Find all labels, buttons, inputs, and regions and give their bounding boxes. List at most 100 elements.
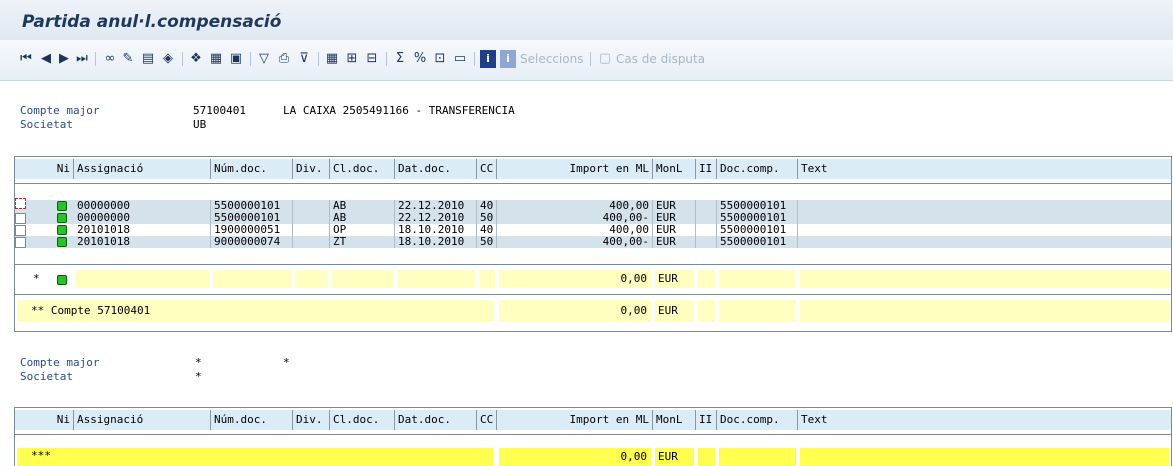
total-cell xyxy=(76,270,210,288)
table-row[interactable]: 00000000 5500000101 AB 22.12.2010 40 400… xyxy=(15,198,1171,212)
cell-assignacio: 00000000 xyxy=(74,212,211,224)
select-layout-icon[interactable]: ▤ xyxy=(140,50,156,68)
glasses-icon[interactable]: ∞ xyxy=(102,50,118,68)
row-select-checkbox[interactable] xyxy=(15,237,26,248)
total-row: * 0,00 EUR xyxy=(15,267,1171,291)
total-cell xyxy=(698,300,715,322)
col-header-ii[interactable]: II xyxy=(696,159,717,179)
col-header-assignacio[interactable]: Assignació xyxy=(74,159,211,179)
compte-major-description-2: * xyxy=(283,356,290,369)
cell-div xyxy=(293,236,330,248)
pencil-icon[interactable]: ✎ xyxy=(120,50,136,68)
total-cell xyxy=(332,270,393,288)
col-header-monl[interactable]: MonL xyxy=(653,159,696,179)
col-header-assignacio[interactable]: Assignació xyxy=(74,410,211,430)
cell-text xyxy=(798,224,1171,236)
cell-monl: EUR xyxy=(653,200,696,212)
export-icon[interactable]: ⊡ xyxy=(432,50,448,68)
col-header-div[interactable]: Div. xyxy=(293,159,330,179)
col-header-num-doc[interactable]: Núm.doc. xyxy=(211,159,293,179)
total-cell xyxy=(213,270,291,288)
col-header-doc-comp[interactable]: Doc.comp. xyxy=(717,410,798,430)
print-icon[interactable]: ⎙ xyxy=(276,50,292,68)
table-row[interactable]: 20101018 1900000051 OP 18.10.2010 40 400… xyxy=(15,224,1171,236)
col-header-monl[interactable]: MonL xyxy=(653,410,696,430)
document-icon[interactable]: ▢ xyxy=(598,50,612,68)
societat-label: Societat xyxy=(20,118,73,131)
societat-value: UB xyxy=(193,118,207,131)
col-header-dat-doc[interactable]: Dat.doc. xyxy=(395,159,477,179)
toolbar-separator xyxy=(95,52,96,66)
total-monl: EUR xyxy=(655,270,694,288)
previous-page-icon[interactable]: ◀ xyxy=(40,50,52,68)
cell-num-doc: 1900000051 xyxy=(211,224,293,236)
toolbar-separator xyxy=(386,52,387,66)
col-header-cc[interactable]: CC xyxy=(477,410,497,430)
col-header-num-doc[interactable]: Núm.doc. xyxy=(211,410,293,430)
selections-button[interactable]: Seleccions xyxy=(520,52,583,66)
row-select-checkbox[interactable] xyxy=(15,225,26,236)
cell-doc-comp: 5500000101 xyxy=(717,236,798,248)
col-header-import[interactable]: Import en ML xyxy=(497,410,653,430)
details-icon[interactable]: ❖ xyxy=(188,50,204,68)
insert-col-icon[interactable]: ⊞ xyxy=(344,50,360,68)
status-lamp-icon xyxy=(57,275,67,285)
choose-icon[interactable]: ▣ xyxy=(228,50,244,68)
col-header-import[interactable]: Import en ML xyxy=(497,159,653,179)
account-total-import: 0,00 xyxy=(499,300,651,322)
cell-cc: 50 xyxy=(477,212,497,224)
account-total-row: ** Compte 57100401 0,00 EUR xyxy=(15,297,1171,325)
total-cell xyxy=(698,448,715,466)
col-header-div[interactable]: Div. xyxy=(293,410,330,430)
header-divider xyxy=(15,434,1171,435)
total-cell xyxy=(719,270,796,288)
row-select-checkbox[interactable] xyxy=(15,213,26,224)
grid-icon[interactable]: ▦ xyxy=(324,50,340,68)
totals-icon[interactable]: Σ xyxy=(392,50,408,68)
toolbar-separator xyxy=(590,52,591,66)
col-header-dat-doc[interactable]: Dat.doc. xyxy=(395,410,477,430)
save-layout-icon[interactable]: ◈ xyxy=(160,50,176,68)
row-select-checkbox[interactable] xyxy=(15,198,26,209)
col-header-cl-doc[interactable]: Cl.doc. xyxy=(330,410,395,430)
total-cell xyxy=(800,448,1169,466)
societat-value-2: * xyxy=(195,370,202,383)
cell-ii xyxy=(696,200,717,212)
compte-major-description: LA CAIXA 2505491166 - TRANSFERENCIA xyxy=(283,104,515,117)
cell-monl: EUR xyxy=(653,212,696,224)
cell-cl-doc: OP xyxy=(330,224,395,236)
last-page-icon[interactable]: ⏭ xyxy=(76,50,88,68)
info-icon[interactable]: i xyxy=(480,50,496,68)
cell-cc: 40 xyxy=(477,200,497,212)
mail-icon[interactable]: ▭ xyxy=(452,50,468,68)
total-cell xyxy=(295,270,328,288)
change-layout-icon[interactable]: ▦ xyxy=(208,50,224,68)
next-page-icon[interactable]: ▶ xyxy=(58,50,70,68)
subtotals-icon[interactable]: % xyxy=(412,50,428,68)
first-page-icon[interactable]: ⏮ xyxy=(20,50,32,68)
table-row[interactable]: 20101018 9000000074 ZT 18.10.2010 50 400… xyxy=(15,236,1171,248)
col-header-cc[interactable]: CC xyxy=(477,159,497,179)
col-header-text[interactable]: Text xyxy=(798,159,1171,179)
cell-text xyxy=(798,212,1171,224)
delete-col-icon[interactable]: ⊟ xyxy=(364,50,380,68)
col-header-cl-doc[interactable]: Cl.doc. xyxy=(330,159,395,179)
cell-cl-doc: ZT xyxy=(330,236,395,248)
cell-div xyxy=(293,200,330,212)
line-items-grid: Ni Assignació Núm.doc. Div. Cl.doc. Dat.… xyxy=(14,156,1172,332)
compte-major-value-2: * xyxy=(195,356,202,369)
info-alt-icon[interactable]: i xyxy=(500,50,516,68)
table-row[interactable]: 00000000 5500000101 AB 22.12.2010 50 400… xyxy=(15,212,1171,224)
total-cell xyxy=(397,270,475,288)
col-header-text[interactable]: Text xyxy=(798,410,1171,430)
cell-import: 400,00 xyxy=(497,200,653,212)
col-header-ni[interactable]: Ni xyxy=(15,410,74,430)
filter-icon[interactable]: ▽ xyxy=(256,50,272,68)
col-header-doc-comp[interactable]: Doc.comp. xyxy=(717,159,798,179)
cell-text xyxy=(798,236,1171,248)
dispute-case-button[interactable]: Cas de disputa xyxy=(616,52,705,66)
cell-ii xyxy=(696,236,717,248)
col-header-ni[interactable]: Ni xyxy=(15,159,74,179)
col-header-ii[interactable]: II xyxy=(696,410,717,430)
sort-icon[interactable]: ⊽ xyxy=(296,50,312,68)
